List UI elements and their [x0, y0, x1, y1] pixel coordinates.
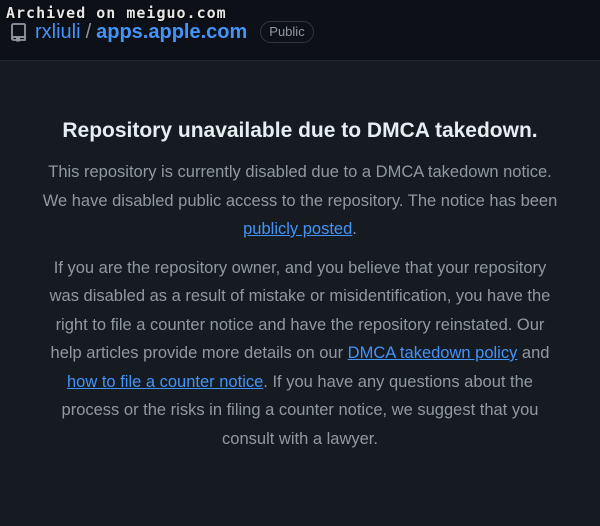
counter-notice-link[interactable]: how to file a counter notice	[67, 373, 263, 391]
visibility-badge: Public	[260, 21, 314, 43]
notice-paragraph-1-end: .	[352, 220, 357, 238]
publicly-posted-link[interactable]: publicly posted	[243, 220, 352, 238]
repo-name-link[interactable]: apps.apple.com	[96, 21, 247, 44]
notice-paragraph-1-text: This repository is currently disabled du…	[42, 163, 558, 210]
notice-content: Repository unavailable due to DMCA taked…	[40, 116, 560, 463]
breadcrumb-separator: /	[85, 20, 92, 43]
notice-paragraph-2: If you are the repository owner, and you…	[40, 254, 560, 454]
notice-paragraph-2-and: and	[517, 344, 550, 362]
repo-owner-link[interactable]: rxliuli	[35, 21, 81, 44]
notice-title: Repository unavailable due to DMCA taked…	[62, 119, 538, 142]
dmca-notice-panel: Repository unavailable due to DMCA taked…	[0, 61, 600, 526]
repo-header: rxliuli / apps.apple.com Public Archived…	[0, 0, 600, 61]
repo-breadcrumb: rxliuli / apps.apple.com Public	[10, 18, 314, 46]
repo-icon	[10, 22, 28, 42]
dmca-policy-link[interactable]: DMCA takedown policy	[348, 344, 518, 362]
notice-paragraph-1: This repository is currently disabled du…	[40, 158, 560, 244]
archive-watermark: Archived on meiguo.com	[6, 4, 227, 22]
